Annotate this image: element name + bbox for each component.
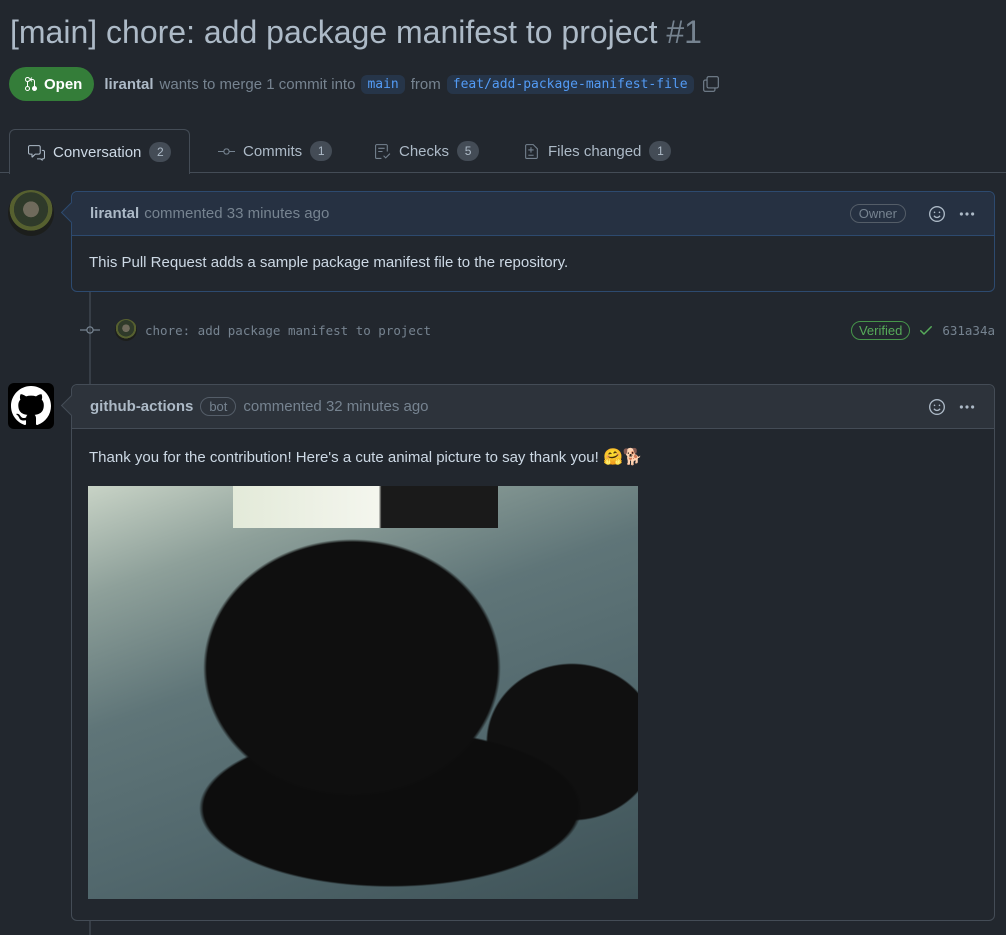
tab-files-changed[interactable]: Files changed 1 [505,129,689,173]
git-pull-request-icon [25,77,37,91]
state-label: Open [44,75,83,93]
comment-body: This Pull Request adds a sample package … [89,254,569,271]
commit-sha-link[interactable]: 631a34a [942,323,995,338]
github-logo-icon[interactable] [8,383,54,429]
photo-window-background [233,486,498,528]
dog-photo[interactable] [88,486,638,899]
pr-meta: Open lirantal wants to merge 1 commit in… [9,67,720,101]
merge-text: wants to merge 1 commit into [159,75,356,93]
comment-author-link[interactable]: lirantal [90,205,139,222]
comment-actions: Owner [848,204,976,223]
comment-discussion-icon [28,144,45,161]
avatar[interactable] [8,190,54,236]
tab-files-changed-label: Files changed [548,142,642,160]
pr-author-link[interactable]: lirantal [104,76,153,93]
comment-author-link[interactable]: github-actions [90,398,193,415]
commit-row: chore: add package manifest to project V… [80,316,995,344]
tab-files-changed-count: 1 [649,141,672,161]
git-commit-icon [80,320,100,340]
tab-conversation-label: Conversation [53,143,142,161]
pr-title-text: [main] chore: add package manifest to pr… [10,14,658,50]
tab-commits[interactable]: Commits 1 [200,129,350,173]
head-branch[interactable]: feat/add-package-manifest-file [446,74,694,94]
comment-header: github-actions bot commented 32 minutes … [72,385,994,429]
bot-badge: bot [200,397,237,416]
verified-badge[interactable]: Verified [850,320,911,340]
tab-checks[interactable]: Checks 5 [356,129,497,173]
owner-badge: Owner [849,204,906,223]
comment-actions [928,398,976,416]
check-icon[interactable] [918,322,934,338]
pr-tabs: Conversation 2 Commits 1 Checks 5 Files … [0,129,1006,174]
comment-body: Thank you for the contribution! Here's a… [72,429,994,485]
base-branch[interactable]: main [361,74,405,94]
comment-text: Thank you for the contribution! Here's a… [89,449,599,466]
from-text: from [410,75,441,93]
pr-number: #1 [666,14,702,50]
tab-conversation-count: 2 [149,142,172,162]
smiley-icon[interactable] [928,205,946,223]
commit-meta: Verified 631a34a [850,320,995,340]
pr-title: [main] chore: add package manifest to pr… [10,14,702,51]
comment-timestamp[interactable]: commented 33 minutes ago [144,205,329,222]
tab-checks-label: Checks [399,142,450,160]
file-diff-icon [525,143,538,159]
commit-message-link[interactable]: chore: add package manifest to project [145,323,431,338]
tab-commits-count: 1 [310,141,333,161]
tab-checks-count: 5 [457,141,480,161]
comment-card: lirantal commented 33 minutes ago Owner … [71,191,995,292]
smiley-icon[interactable] [928,398,946,416]
emoji-hug-dog: 🤗🐕 [602,449,643,466]
commit-author-avatar[interactable] [115,319,137,341]
kebab-horizontal-icon[interactable] [958,398,976,416]
state-badge: Open [9,67,95,101]
checklist-icon [375,143,391,159]
comment-timestamp[interactable]: commented 32 minutes ago [243,398,428,415]
kebab-horizontal-icon[interactable] [958,205,976,223]
copy-icon[interactable] [702,75,720,93]
tab-conversation[interactable]: Conversation 2 [9,129,191,174]
git-commit-icon [218,147,235,155]
tab-commits-label: Commits [243,142,303,160]
comment-header: lirantal commented 33 minutes ago Owner [72,192,994,236]
